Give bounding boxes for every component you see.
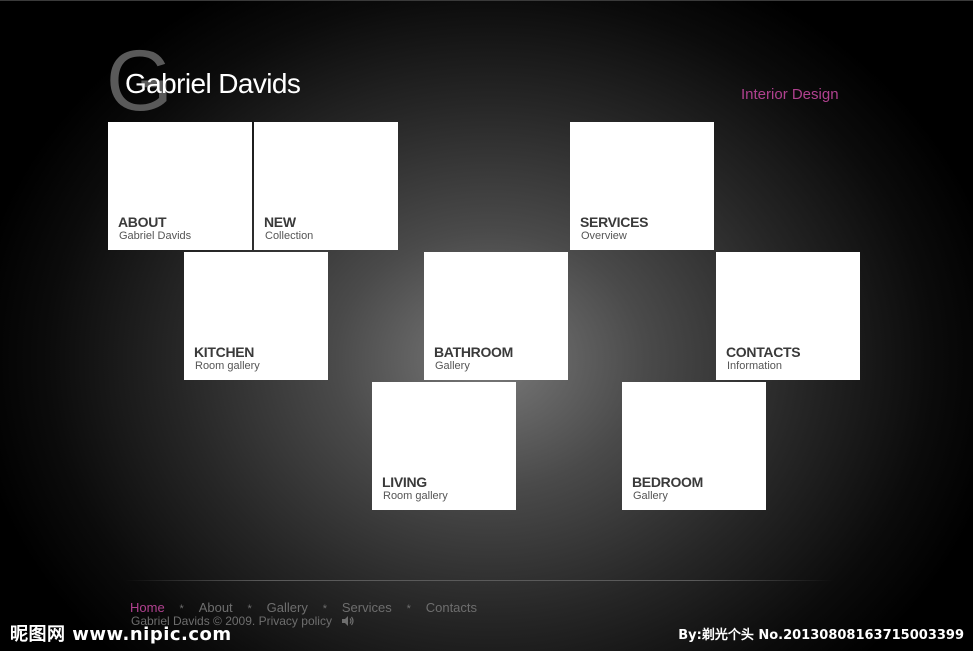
tile-title: NEW	[264, 214, 296, 230]
tile-subtitle: Room gallery	[195, 360, 260, 372]
footer-link-home[interactable]: Home	[130, 600, 165, 615]
site-title: Gabriel Davids	[125, 68, 301, 99]
tile-subtitle: Gallery	[633, 490, 668, 502]
tile-subtitle: Collection	[265, 230, 314, 242]
tagline: Interior Design	[741, 86, 839, 103]
tile-title: BEDROOM	[632, 474, 704, 490]
footer-link-about[interactable]: About	[199, 600, 233, 615]
footer-link-contacts[interactable]: Contacts	[426, 600, 477, 615]
footer-divider	[124, 580, 834, 581]
watermark-right: By:剃光个头 No.20130808163715003399	[678, 628, 964, 643]
tile-subtitle: Overview	[581, 230, 627, 242]
speaker-icon[interactable]	[341, 615, 355, 630]
tile-title: ABOUT	[118, 214, 167, 230]
tile-bedroom[interactable]: BEDROOM Gallery	[622, 382, 766, 510]
tile-subtitle: Gabriel Davids	[119, 230, 192, 242]
tile-title: CONTACTS	[726, 344, 801, 360]
tile-living[interactable]: LIVING Room gallery	[372, 382, 516, 510]
tile-bathroom[interactable]: BATHROOM Gallery	[424, 252, 568, 380]
footer-link-services[interactable]: Services	[342, 600, 392, 615]
top-divider	[0, 0, 973, 1]
tile-services[interactable]: SERVICES Overview	[570, 122, 714, 250]
footer-nav: Home * About * Gallery * Services * Contacts	[130, 600, 477, 615]
tile-new[interactable]: NEW Collection	[254, 122, 398, 250]
tile-title: BATHROOM	[434, 344, 513, 360]
tile-subtitle: Gallery	[435, 360, 470, 372]
footer-link-gallery[interactable]: Gallery	[267, 600, 308, 615]
tile-title: KITCHEN	[194, 344, 255, 360]
tile-title: SERVICES	[580, 214, 649, 230]
tile-contacts[interactable]: CONTACTS Information	[716, 252, 860, 380]
nav-separator: *	[406, 603, 411, 615]
tile-title: LIVING	[382, 474, 427, 490]
tile-subtitle: Room gallery	[383, 490, 448, 502]
privacy-policy-link[interactable]: Privacy policy	[259, 614, 332, 628]
tile-about[interactable]: ABOUT Gabriel Davids	[108, 122, 252, 250]
tile-kitchen[interactable]: KITCHEN Room gallery	[184, 252, 328, 380]
watermark-left: 昵图网 www.nipic.com	[10, 624, 232, 645]
logo[interactable]: G Gabriel Davids	[104, 38, 344, 124]
tile-subtitle: Information	[727, 360, 783, 372]
page: G Gabriel Davids Interior Design ABOUT G…	[0, 0, 973, 651]
